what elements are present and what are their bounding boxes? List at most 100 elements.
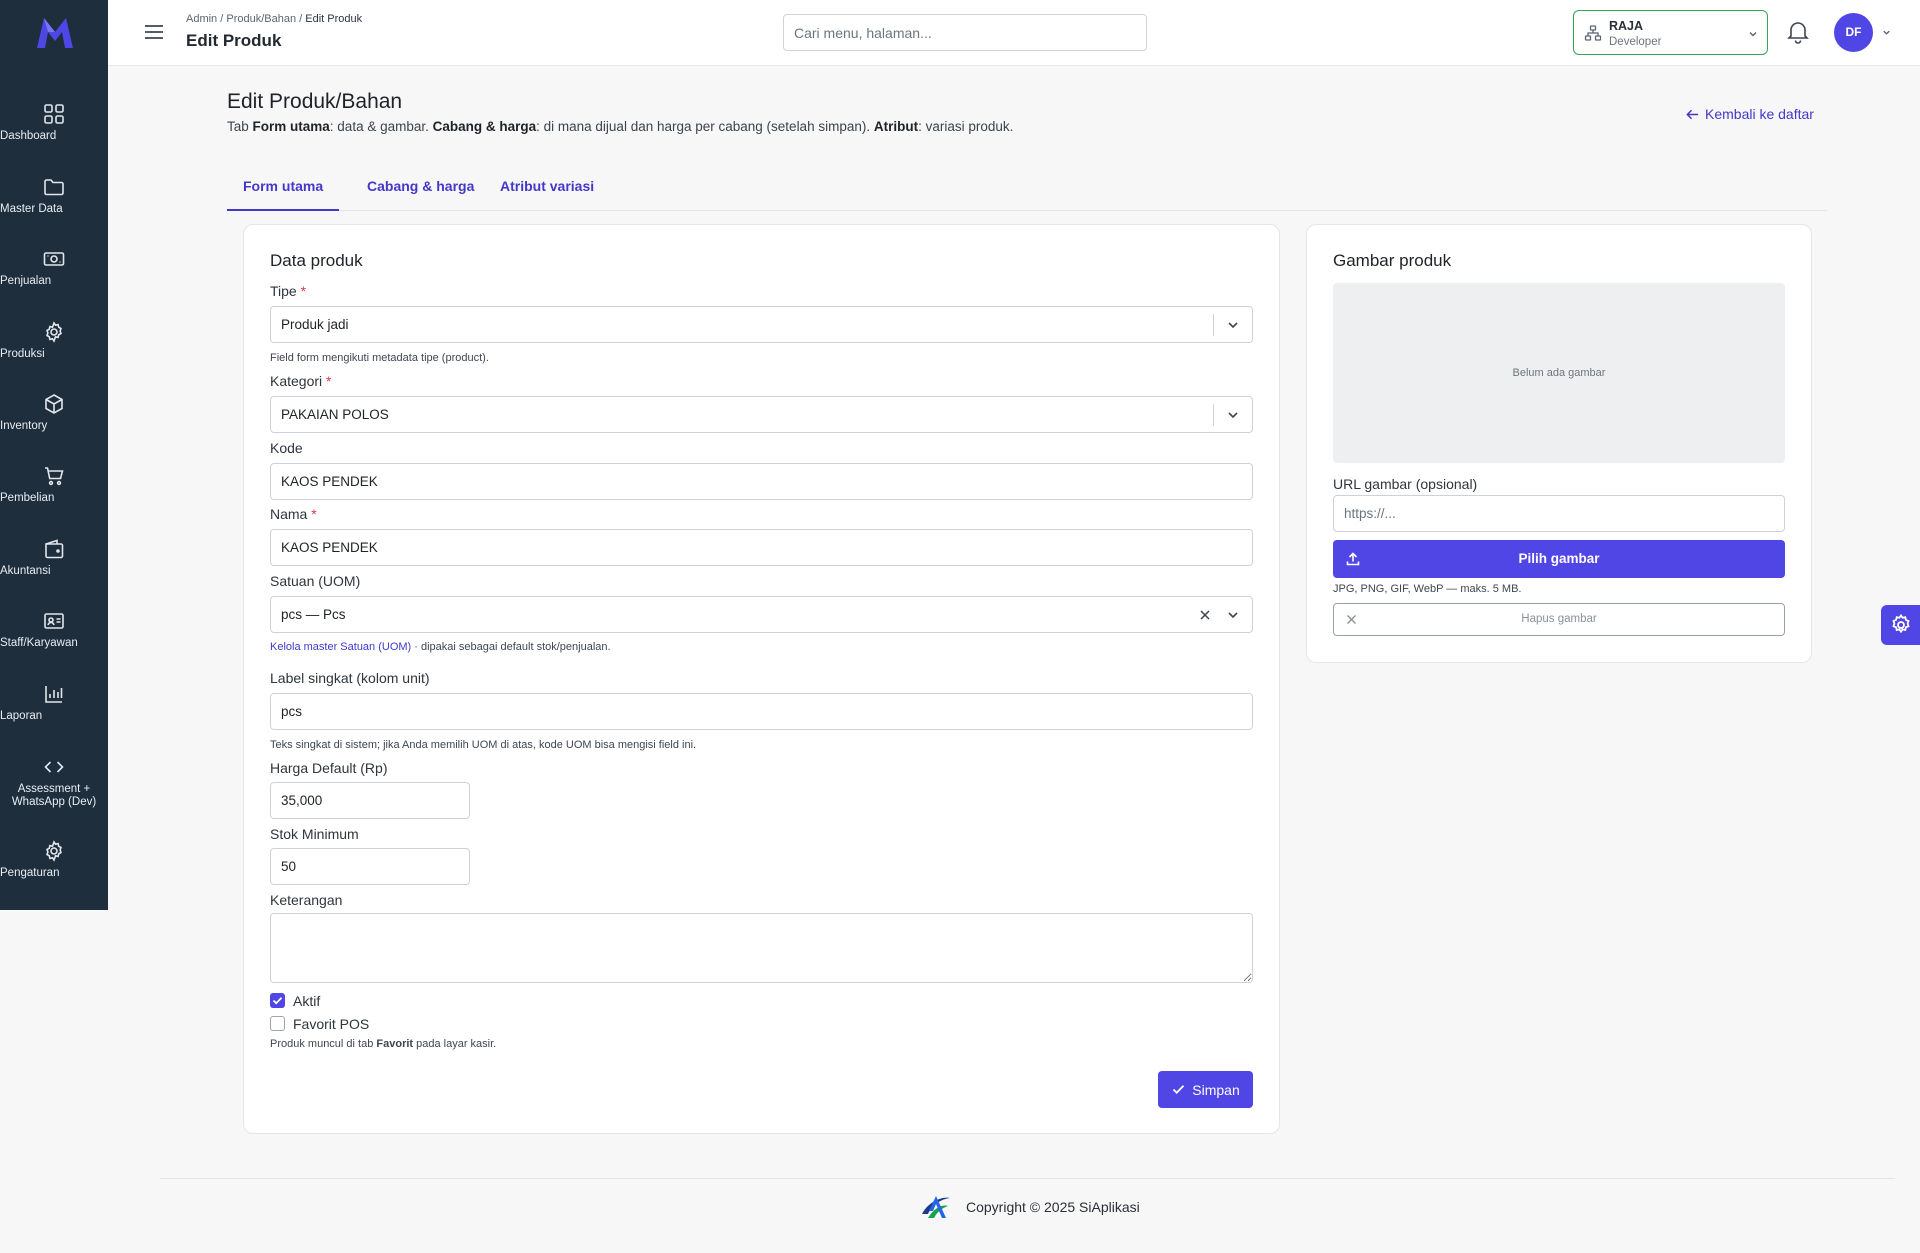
page-title: Edit Produk/Bahan <box>227 90 403 113</box>
stok-minimum-input[interactable]: 50 <box>270 848 470 885</box>
aktif-checkbox[interactable] <box>270 993 285 1008</box>
desc-bold: Atribut <box>873 119 919 134</box>
sidebar-item-pembelian[interactable]: Pembelian <box>0 464 108 528</box>
product-data-card: Data produk Tipe * Produk jadi Field for… <box>243 224 1280 1134</box>
notification-bell-icon[interactable] <box>1784 17 1812 45</box>
hint-bold: Favorit <box>376 1038 414 1050</box>
sidebar-item-staff[interactable]: Staff/Karyawan <box>0 609 108 673</box>
image-placeholder: Belum ada gambar <box>1333 283 1785 463</box>
cart-icon <box>42 464 66 488</box>
save-button[interactable]: Simpan <box>1158 1071 1253 1108</box>
kategori-label: Kategori * <box>270 373 332 389</box>
sidebar-item-laporan[interactable]: Laporan <box>0 682 108 746</box>
back-to-list-link[interactable]: Kembali ke daftar <box>1685 106 1814 122</box>
desc-text: : data & gambar. <box>329 119 433 134</box>
header-title: Edit Produk <box>186 31 282 50</box>
tab-bar: Form utama Cabang & harga Atribut varias… <box>227 164 1827 211</box>
search-input[interactable] <box>783 14 1147 51</box>
sidebar: Dashboard Master Data Penjualan Produksi… <box>0 0 108 910</box>
desc-text: : di mana dijual dan harga per cabang (s… <box>536 119 874 134</box>
hamburger-menu-icon[interactable] <box>142 20 166 44</box>
clear-x-icon[interactable] <box>1198 608 1212 622</box>
desc-bold: Cabang & harga <box>432 119 537 134</box>
sidebar-item-pengaturan[interactable]: Pengaturan <box>0 839 108 903</box>
sidebar-item-inventory[interactable]: Inventory <box>0 392 108 456</box>
nama-input[interactable]: KAOS PENDEK <box>270 529 1253 566</box>
cash-icon <box>42 247 66 271</box>
delete-image-label: Hapus gambar <box>1521 613 1597 625</box>
required-mark: * <box>311 506 317 522</box>
sidebar-item-label: Master Data <box>0 203 63 215</box>
breadcrumb-produk[interactable]: Produk/Bahan <box>226 13 296 25</box>
kode-label: Kode <box>270 440 303 456</box>
favorit-pos-checkbox[interactable] <box>270 1016 285 1031</box>
sidebar-item-penjualan[interactable]: Penjualan <box>0 247 108 311</box>
sidebar-item-label: Assessment + WhatsApp (Dev) <box>11 783 97 808</box>
user-avatar[interactable]: DF <box>1834 13 1873 52</box>
image-url-input[interactable] <box>1333 495 1785 532</box>
nama-label: Nama * <box>270 506 317 522</box>
product-image-card: Gambar produk Belum ada gambar URL gamba… <box>1306 224 1812 663</box>
chevron-down-icon <box>1213 404 1252 426</box>
harga-input[interactable]: 35,000 <box>270 782 470 819</box>
chevron-down-icon <box>1747 28 1759 40</box>
id-card-icon <box>42 609 66 633</box>
pick-image-button[interactable]: Pilih gambar <box>1333 540 1785 578</box>
sidebar-item-dashboard[interactable]: Dashboard <box>0 102 108 166</box>
save-label: Simpan <box>1192 1081 1240 1098</box>
chevron-down-icon[interactable] <box>1881 27 1892 38</box>
top-bar: Admin / Produk/Bahan / Edit Produk Edit … <box>108 0 1920 66</box>
check-icon <box>272 997 283 1005</box>
satuan-hint: Kelola master Satuan (UOM) · dipakai seb… <box>270 641 611 653</box>
breadcrumb: Admin / Produk/Bahan / Edit Produk <box>186 13 362 25</box>
copyright-text: Copyright © 2025 SiAplikasi <box>966 1199 1140 1215</box>
satuan-select[interactable]: pcs — Pcs <box>270 596 1253 633</box>
tipe-label: Tipe * <box>270 283 306 299</box>
sidebar-item-label: Pengaturan <box>0 867 60 879</box>
tab-cabang-harga[interactable]: Cabang & harga <box>351 164 490 211</box>
label-text: Nama <box>270 506 308 522</box>
delete-image-button[interactable]: Hapus gambar <box>1333 603 1785 636</box>
aktif-label: Aktif <box>293 993 321 1009</box>
breadcrumb-admin[interactable]: Admin <box>186 13 217 25</box>
tipe-hint: Field form mengikuti metadata tipe (prod… <box>270 352 489 364</box>
breadcrumb-current: Edit Produk <box>305 13 363 25</box>
sidebar-item-assessment[interactable]: Assessment + WhatsApp (Dev) <box>0 755 108 831</box>
grid-icon <box>42 102 66 126</box>
settings-gear-tab[interactable] <box>1881 605 1920 645</box>
branch-role: Developer <box>1609 36 1662 48</box>
sidebar-item-akuntansi[interactable]: Akuntansi <box>0 537 108 601</box>
required-mark: * <box>300 283 307 299</box>
page-description: Tab Form utama: data & gambar. Cabang & … <box>227 119 1013 134</box>
tab-form-utama[interactable]: Form utama <box>227 164 340 211</box>
kategori-select[interactable]: PAKAIAN POLOS <box>270 396 1253 433</box>
favorit-pos-label: Favorit POS <box>293 1016 370 1032</box>
box-icon <box>42 392 66 416</box>
keterangan-label: Keterangan <box>270 892 343 908</box>
harga-label: Harga Default (Rp) <box>270 760 388 776</box>
close-icon <box>1347 615 1356 624</box>
satuan-label: Satuan (UOM) <box>270 573 361 589</box>
tab-atribut-variasi[interactable]: Atribut variasi <box>484 164 610 211</box>
desc-text: : variasi produk. <box>918 119 1014 134</box>
sidebar-item-master-data[interactable]: Master Data <box>0 175 108 239</box>
tipe-select[interactable]: Produk jadi <box>270 306 1253 343</box>
stok-minimum-label: Stok Minimum <box>270 826 359 842</box>
gear-icon <box>1892 613 1910 634</box>
sidebar-item-produksi[interactable]: Produksi <box>0 320 108 384</box>
manage-uom-link[interactable]: Kelola master Satuan (UOM) <box>270 641 411 653</box>
keterangan-textarea[interactable] <box>270 913 1253 983</box>
required-mark: * <box>326 373 332 389</box>
app-logo[interactable] <box>34 14 76 52</box>
label-singkat-input[interactable]: pcs <box>270 693 1253 730</box>
footer: Copyright © 2025 SiAplikasi <box>918 1192 1140 1222</box>
label-singkat-label: Label singkat (kolom unit) <box>270 670 430 686</box>
breadcrumb-separator: / <box>217 13 227 25</box>
branch-selector[interactable]: RAJA Developer <box>1573 10 1768 55</box>
tipe-value: Produk jadi <box>281 317 349 332</box>
chevron-down-icon <box>1213 604 1252 626</box>
kode-input[interactable]: KAOS PENDEK <box>270 463 1253 500</box>
hint-text: · dipakai sebagai default stok/penjualan… <box>411 641 611 653</box>
hint-text: Produk muncul di tab <box>270 1038 377 1050</box>
chevron-down-icon <box>1213 314 1252 336</box>
